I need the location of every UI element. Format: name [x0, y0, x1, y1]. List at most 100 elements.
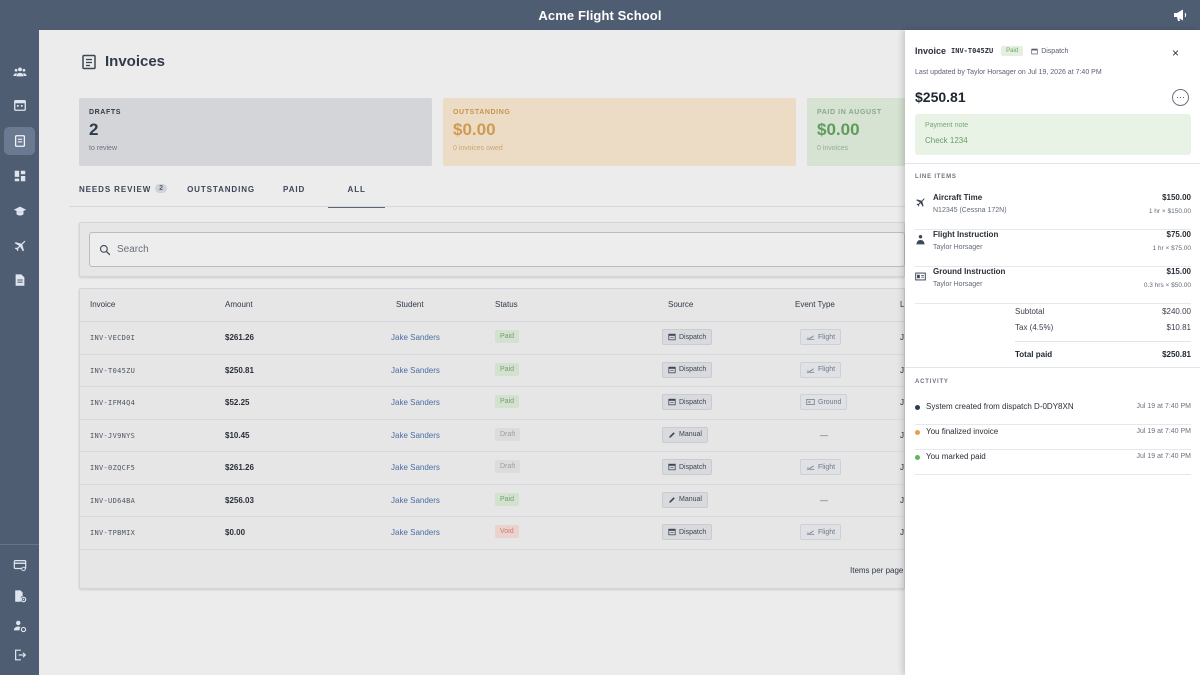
- tab-needs-review[interactable]: NEEDS REVIEW 2: [79, 180, 168, 207]
- dispatch-icon: [668, 366, 676, 374]
- payment-note: Payment note Check 1234: [915, 114, 1191, 155]
- status-badge: Void: [495, 525, 519, 538]
- invoice-number[interactable]: INV-TPBMIX: [90, 529, 135, 537]
- panel-invoice-id: INV-T045ZU: [951, 47, 994, 55]
- truncated-cell: J: [900, 463, 904, 472]
- airplane-icon: [915, 195, 926, 207]
- logout-icon[interactable]: [4, 641, 35, 669]
- source-chip: Dispatch: [662, 329, 713, 345]
- last-updated: Last updated by Taylor Horsager on Jul 1…: [915, 69, 1102, 76]
- more-options-button[interactable]: ···: [1172, 89, 1189, 106]
- invoice-number[interactable]: INV-VECD0I: [90, 334, 135, 342]
- col-student[interactable]: Student: [396, 300, 424, 309]
- announcement-icon[interactable]: [1172, 7, 1188, 23]
- invoice-number[interactable]: INV-0ZQCF5: [90, 464, 135, 472]
- col-invoice[interactable]: Invoice: [90, 300, 115, 309]
- tab-all[interactable]: ALL: [328, 180, 386, 208]
- table-row[interactable]: INV-TPBMIX $0.00 Jake Sanders Void Dispatch F…: [80, 517, 904, 550]
- source-chip: Dispatch: [662, 394, 713, 410]
- search-input[interactable]: [117, 244, 817, 255]
- source-chip: Manual: [662, 426, 708, 443]
- panel-divider: [905, 367, 1200, 368]
- activity-entry: You finalized invoice Jul 19 at 7:40 PM: [915, 425, 1191, 450]
- table-row[interactable]: INV-IFM4Q4 $52.25 Jake Sanders Paid Dispatch…: [80, 387, 904, 420]
- calendar-icon[interactable]: [4, 91, 35, 119]
- table-row[interactable]: INV-UD64BA $256.03 Jake Sanders Paid Manual —…: [80, 485, 904, 517]
- activity-dot: [915, 430, 920, 435]
- drafts-card[interactable]: DRAFTS 2 to review: [79, 98, 432, 166]
- takeoff-icon: [806, 366, 815, 374]
- table-row[interactable]: INV-VECD0I $261.26 Jake Sanders Paid Dispatc…: [80, 322, 904, 355]
- student-link[interactable]: Jake Sanders: [391, 366, 440, 375]
- invoice-tabs: NEEDS REVIEW 2 OUTSTANDING PAID ALL: [79, 180, 386, 208]
- col-amount[interactable]: Amount: [225, 300, 253, 309]
- total-paid-label: Total paid: [1015, 350, 1053, 359]
- invoices-icon[interactable]: [4, 127, 35, 155]
- tab-paid[interactable]: PAID: [283, 180, 305, 207]
- user-settings-icon[interactable]: [4, 612, 35, 640]
- source-label: Dispatch: [679, 528, 707, 536]
- airplane-icon[interactable]: [4, 232, 35, 260]
- summary-cards: DRAFTS 2 to review OUTSTANDING $0.00 0 i…: [79, 98, 917, 166]
- invoice-total: $250.81: [915, 89, 966, 105]
- payment-note-value: Check 1234: [925, 136, 968, 145]
- paid-card[interactable]: PAID IN AUGUST $0.00 0 invoices: [807, 98, 917, 166]
- activity-divider: [915, 474, 1191, 475]
- users-icon[interactable]: [4, 58, 35, 86]
- event-type-chip: Flight: [800, 329, 842, 345]
- source-label: Dispatch: [1041, 47, 1069, 55]
- billing-icon[interactable]: [4, 551, 35, 579]
- status-badge: Draft: [495, 427, 521, 441]
- truncated-cell: J: [900, 398, 904, 407]
- table-row[interactable]: INV-JV9NYS $10.45 Jake Sanders Draft Manual —…: [80, 420, 904, 452]
- search-box[interactable]: [89, 232, 905, 267]
- dispatch-icon: [668, 333, 676, 341]
- tab-outstanding[interactable]: OUTSTANDING: [187, 180, 255, 207]
- line-item-quantity: 1 hr × $150.00: [1148, 208, 1191, 215]
- payment-note-label: Payment note: [925, 122, 969, 129]
- invoice-number[interactable]: INV-IFM4Q4: [90, 399, 135, 407]
- line-item-price: $150.00: [1162, 193, 1191, 202]
- truncated-cell: J: [900, 430, 904, 440]
- page-header: Invoices: [81, 53, 165, 70]
- review-count-badge: 2: [155, 184, 168, 193]
- source-label: Dispatch: [679, 463, 707, 471]
- col-status[interactable]: Status: [495, 300, 518, 309]
- close-button[interactable]: ×: [1172, 46, 1184, 60]
- outstanding-card[interactable]: OUTSTANDING $0.00 0 invoices owed: [443, 98, 796, 166]
- graduation-cap-icon[interactable]: [4, 197, 35, 225]
- table-row[interactable]: INV-T045ZU $250.81 Jake Sanders Paid Dispatc…: [80, 355, 904, 387]
- document-settings-icon[interactable]: [4, 582, 35, 610]
- takeoff-icon: [806, 463, 815, 471]
- subtotal-value: $240.00: [1162, 307, 1191, 316]
- col-truncated[interactable]: L: [900, 300, 904, 309]
- student-link[interactable]: Jake Sanders: [391, 398, 440, 407]
- tabs-divider: [69, 206, 905, 207]
- student-link[interactable]: Jake Sanders: [391, 463, 440, 472]
- instructor-icon: [915, 232, 926, 245]
- student-link[interactable]: Jake Sanders: [391, 431, 440, 440]
- table-row[interactable]: INV-0ZQCF5 $261.26 Jake Sanders Draft Dispat…: [80, 452, 904, 485]
- student-link[interactable]: Jake Sanders: [391, 333, 440, 342]
- truncated-cell: J: [900, 495, 904, 505]
- col-source[interactable]: Source: [668, 300, 693, 309]
- line-items-heading: LINE ITEMS: [915, 174, 957, 180]
- invoice-number[interactable]: INV-UD64BA: [90, 497, 135, 505]
- activity-entry: System created from dispatch D-0DY8XN Jul…: [915, 400, 1191, 425]
- dashboard-icon[interactable]: [4, 162, 35, 190]
- app-title: Acme Flight School: [538, 7, 662, 23]
- col-event-type[interactable]: Event Type: [795, 300, 835, 309]
- outstanding-label: OUTSTANDING: [453, 109, 511, 116]
- student-link[interactable]: Jake Sanders: [391, 496, 440, 505]
- source-chip: Dispatch: [662, 459, 713, 475]
- tab-label: PAID: [283, 185, 306, 194]
- panel-divider: [905, 163, 1200, 164]
- truncated-cell: J: [900, 333, 904, 342]
- source-chip: Dispatch: [662, 524, 713, 540]
- document-icon[interactable]: [4, 266, 35, 294]
- invoice-number[interactable]: INV-T045ZU: [90, 367, 135, 375]
- invoice-number[interactable]: INV-JV9NYS: [90, 432, 135, 440]
- drafts-value: 2: [89, 120, 99, 139]
- status-badge: Paid: [495, 492, 520, 506]
- student-link[interactable]: Jake Sanders: [391, 528, 440, 537]
